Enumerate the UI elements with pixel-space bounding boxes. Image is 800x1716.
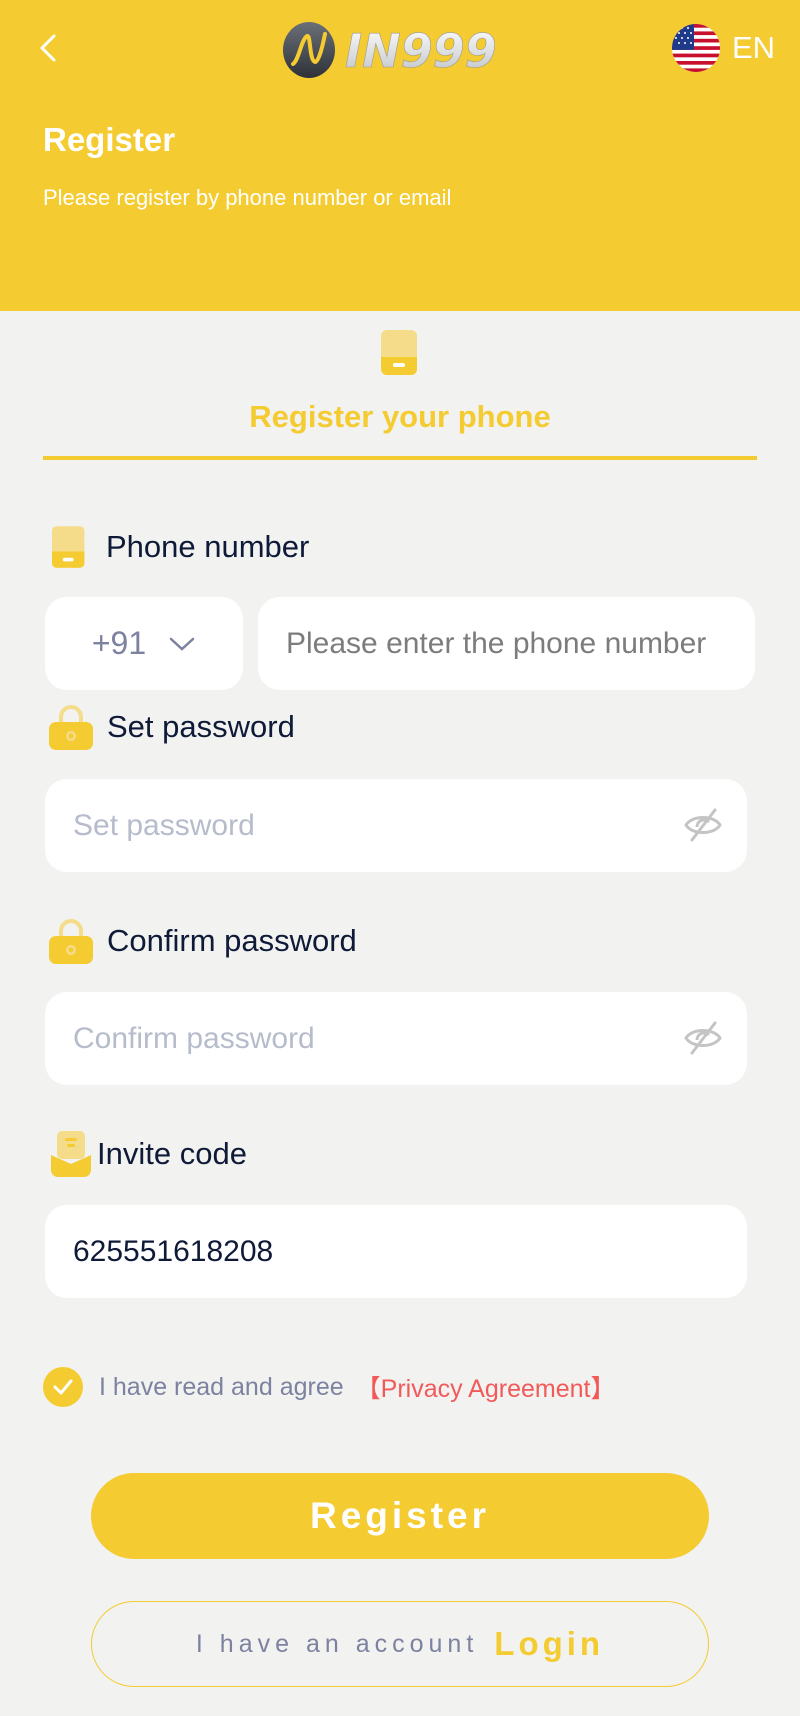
confirm-password-label: Confirm password bbox=[49, 918, 357, 964]
tab-label: Register your phone bbox=[249, 399, 551, 434]
set-password-label: Set password bbox=[49, 704, 295, 750]
brand-text: IN999 bbox=[345, 24, 497, 78]
phone-number-label-text: Phone number bbox=[106, 529, 310, 564]
eye-off-icon[interactable] bbox=[683, 805, 723, 845]
invite-code-input[interactable] bbox=[73, 1234, 719, 1269]
language-code: EN bbox=[732, 30, 776, 65]
phone-input[interactable] bbox=[286, 626, 727, 661]
confirm-password-box[interactable] bbox=[45, 992, 747, 1085]
invite-code-box[interactable] bbox=[45, 1205, 747, 1298]
login-button[interactable]: I have an account Login bbox=[91, 1601, 709, 1687]
header: IN999 EN Register Please register by pho… bbox=[0, 0, 800, 311]
chevron-down-icon bbox=[169, 637, 195, 651]
eye-off-icon[interactable] bbox=[683, 1018, 723, 1058]
set-password-label-text: Set password bbox=[107, 709, 295, 744]
phone-input-box[interactable] bbox=[258, 597, 755, 690]
lock-icon bbox=[49, 919, 93, 964]
page-title: Register bbox=[43, 121, 176, 158]
country-code-value: +91 bbox=[91, 625, 147, 661]
agreement-text: I have read and agree bbox=[99, 1372, 344, 1401]
privacy-agreement-link[interactable]: 【Privacy Agreement】 bbox=[356, 1369, 616, 1405]
chevron-left-icon bbox=[40, 34, 56, 62]
register-button[interactable]: Register bbox=[91, 1473, 709, 1559]
login-link[interactable]: Login bbox=[494, 1625, 604, 1663]
language-selector[interactable]: EN bbox=[672, 24, 775, 72]
have-account-text: I have an account bbox=[195, 1629, 479, 1658]
back-button[interactable] bbox=[30, 28, 70, 68]
country-code-select[interactable]: +91 bbox=[45, 597, 243, 690]
page-subtitle: Please register by phone number or email bbox=[43, 185, 452, 210]
agreement-checkbox[interactable] bbox=[43, 1367, 83, 1407]
invite-code-label-text: Invite code bbox=[97, 1136, 247, 1171]
set-password-input[interactable] bbox=[73, 808, 719, 843]
brand-logo: IN999 bbox=[279, 20, 521, 80]
confirm-password-input[interactable] bbox=[73, 1021, 719, 1056]
tab-register-phone[interactable]: Register your phone bbox=[43, 311, 757, 461]
confirm-password-label-text: Confirm password bbox=[107, 923, 357, 958]
agreement-row: I have read and agree 【Privacy Agreement… bbox=[43, 1367, 615, 1407]
phone-icon bbox=[52, 526, 85, 568]
us-flag-icon bbox=[672, 24, 720, 72]
lock-icon bbox=[49, 705, 93, 750]
phone-icon bbox=[381, 330, 417, 375]
set-password-box[interactable] bbox=[45, 779, 747, 872]
invite-icon bbox=[51, 1131, 91, 1177]
checkmark-icon bbox=[53, 1379, 73, 1395]
invite-code-label: Invite code bbox=[51, 1131, 247, 1177]
tab-active-indicator bbox=[43, 456, 757, 460]
phone-number-label: Phone number bbox=[52, 524, 309, 570]
